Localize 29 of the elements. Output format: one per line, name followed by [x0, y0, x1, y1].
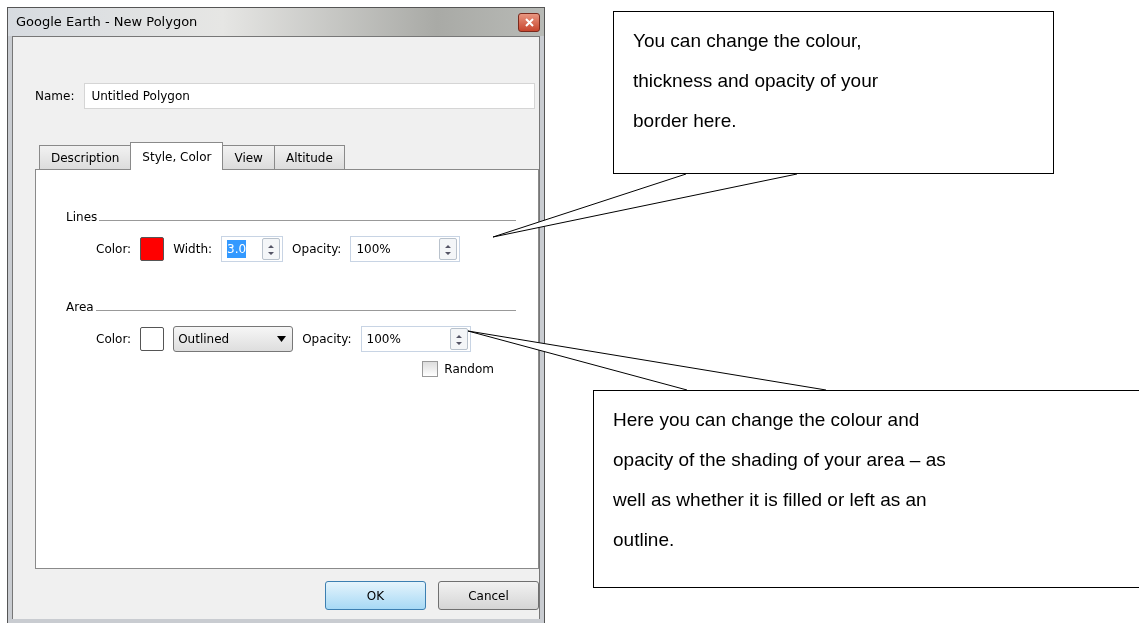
opacity-label: Opacity:: [292, 241, 342, 258]
name-field[interactable]: Untitled Polygon: [84, 83, 535, 109]
color-swatch[interactable]: [140, 237, 165, 261]
fill-mode-dropdown[interactable]: Outlined: [173, 326, 294, 352]
name-label: Name:: [35, 88, 75, 105]
tab[interactable]: Altitude: [273, 145, 345, 169]
width-label: Width:: [173, 241, 213, 258]
opacity-spinner[interactable]: 100%: [360, 326, 471, 352]
checkbox[interactable]: [422, 361, 439, 377]
color-swatch[interactable]: [140, 327, 165, 351]
caret-icon: [277, 336, 287, 342]
dialog-button[interactable]: Cancel: [438, 581, 539, 610]
tab[interactable]: Style, Color: [130, 142, 224, 170]
opacity-spinner[interactable]: 100%: [350, 236, 461, 262]
dialog-button[interactable]: OK: [325, 581, 426, 610]
group-title: Area: [66, 299, 94, 316]
spin-buttons[interactable]: [262, 238, 281, 260]
color-label: Color:: [96, 241, 132, 258]
close-icon: [524, 17, 534, 27]
checkbox-label: Random: [444, 361, 494, 378]
spin-buttons[interactable]: [439, 238, 458, 260]
spin-buttons[interactable]: [449, 328, 468, 350]
opacity-label: Opacity:: [302, 331, 352, 348]
window-title: Google Earth - New Polygon: [16, 13, 198, 32]
tab[interactable]: Description: [39, 145, 132, 169]
tab[interactable]: View: [222, 145, 275, 169]
group-title: Lines: [66, 209, 98, 226]
color-label: Color:: [96, 331, 132, 348]
close-button[interactable]: [518, 12, 540, 32]
